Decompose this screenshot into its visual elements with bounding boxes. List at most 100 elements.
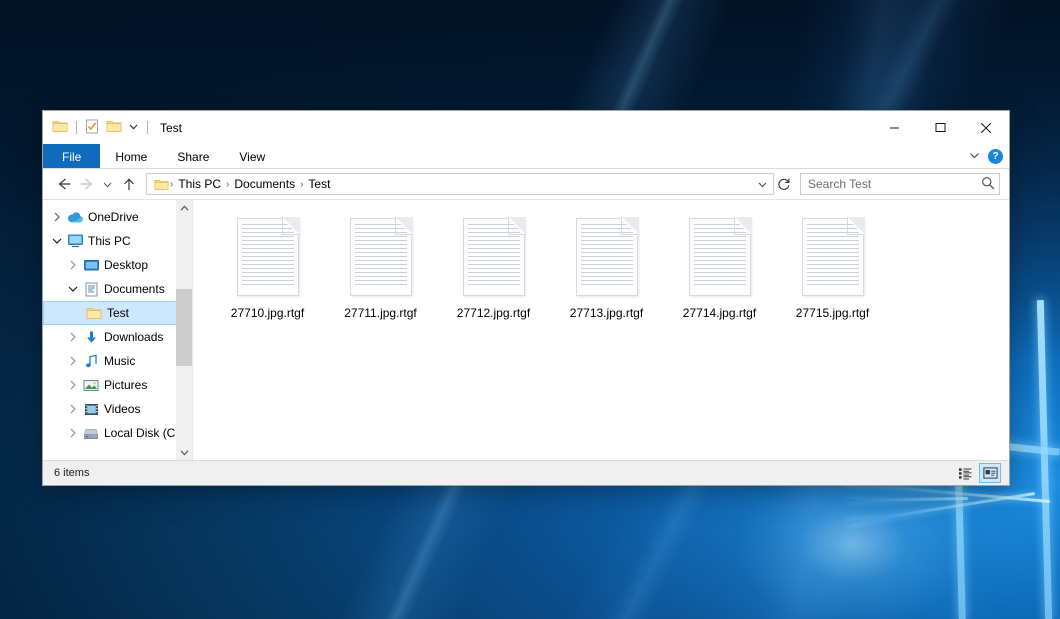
cloud-icon <box>65 211 85 224</box>
document-icon <box>802 218 864 296</box>
search-icon[interactable] <box>981 176 995 193</box>
search-input[interactable]: Search Test <box>808 177 981 191</box>
file-item[interactable]: 27713.jpg.rtgf <box>550 214 663 332</box>
scrollbar-thumb[interactable] <box>176 289 192 367</box>
sidebar-item-label: Desktop <box>101 258 148 272</box>
ribbon-tab-bar[interactable]: File Home Share View ? <box>43 144 1009 169</box>
scroll-down-arrow-icon[interactable] <box>176 444 192 460</box>
sidebar-item-documents[interactable]: Documents <box>43 277 192 301</box>
download-icon <box>81 330 101 345</box>
sidebar-item-label: Videos <box>101 402 140 416</box>
chevron-down-icon[interactable] <box>49 237 65 245</box>
file-explorer-window[interactable]: Test File Home Share View ? <box>42 110 1010 486</box>
recent-locations-button[interactable] <box>98 173 117 196</box>
item-count-label: 6 items <box>54 467 89 479</box>
ribbon-divider <box>43 168 1009 169</box>
sidebar-item-label: Local Disk (C:) <box>101 426 183 440</box>
document-icon <box>463 218 525 296</box>
chevron-right-icon[interactable] <box>65 380 81 390</box>
file-name-label: 27714.jpg.rtgf <box>683 306 756 320</box>
scroll-up-arrow-icon[interactable] <box>176 200 192 216</box>
file-item[interactable]: 27710.jpg.rtgf <box>211 214 324 332</box>
maximize-button[interactable] <box>917 111 963 144</box>
customize-dropdown-icon[interactable] <box>128 121 139 135</box>
tab-file[interactable]: File <box>43 144 100 169</box>
chevron-right-icon[interactable] <box>65 404 81 414</box>
help-icon[interactable]: ? <box>988 149 1003 164</box>
qat-separator-2 <box>147 121 148 134</box>
file-list-view[interactable]: 27710.jpg.rtgf 27711.jpg.rtgf <box>193 200 1009 460</box>
folder-icon[interactable] <box>52 119 68 136</box>
scrollbar-track[interactable] <box>176 216 192 444</box>
close-button[interactable] <box>963 111 1009 144</box>
document-icon <box>689 218 751 296</box>
chevron-down-icon[interactable] <box>968 149 981 165</box>
sidebar-item-label: Test <box>104 306 129 320</box>
document-icon <box>350 218 412 296</box>
sidebar-item-downloads[interactable]: Downloads <box>43 325 192 349</box>
title-bar[interactable]: Test <box>43 111 1009 144</box>
forward-button <box>75 173 98 196</box>
ribbon-actions[interactable]: ? <box>968 144 1003 169</box>
breadcrumb-folder-icon <box>152 178 169 191</box>
sidebar-item-this-pc[interactable]: This PC <box>43 229 192 253</box>
sidebar-item-test[interactable]: Test <box>43 301 180 325</box>
documents-icon <box>81 282 101 297</box>
sidebar-scrollbar[interactable] <box>176 200 192 460</box>
large-icons-view-button[interactable] <box>979 463 1001 483</box>
view-toggle-group[interactable] <box>954 463 1001 483</box>
window-title: Test <box>160 121 182 135</box>
minimize-button[interactable] <box>871 111 917 144</box>
file-item[interactable]: 27714.jpg.rtgf <box>663 214 776 332</box>
refresh-button[interactable] <box>774 173 794 195</box>
desktop-icon <box>81 259 101 272</box>
file-item[interactable]: 27715.jpg.rtgf <box>776 214 889 332</box>
new-folder-icon[interactable] <box>106 119 122 136</box>
breadcrumb-item-test[interactable]: Test <box>304 177 334 191</box>
document-icon <box>576 218 638 296</box>
sidebar-item-local-disk-c[interactable]: Local Disk (C:) <box>43 421 192 445</box>
music-icon <box>81 354 101 369</box>
sidebar-item-label: This PC <box>85 234 131 248</box>
address-bar-row[interactable]: › This PC › Documents › Test Search Test <box>43 169 1009 199</box>
chevron-right-icon[interactable] <box>49 212 65 222</box>
address-bar-actions[interactable] <box>754 174 771 194</box>
address-history-chevron-icon[interactable] <box>754 174 771 194</box>
navigation-pane[interactable]: OneDrive This PC <box>43 200 193 460</box>
address-bar[interactable]: › This PC › Documents › Test <box>146 173 774 195</box>
details-view-button[interactable] <box>954 463 976 483</box>
tab-view[interactable]: View <box>224 144 280 169</box>
file-item[interactable]: 27711.jpg.rtgf <box>324 214 437 332</box>
breadcrumb[interactable]: › This PC › Documents › Test <box>152 177 754 191</box>
monitor-icon <box>65 234 85 248</box>
sidebar-item-label: Downloads <box>101 330 163 344</box>
sidebar-item-desktop[interactable]: Desktop <box>43 253 192 277</box>
up-button[interactable] <box>117 173 140 196</box>
sidebar-item-onedrive[interactable]: OneDrive <box>43 205 192 229</box>
quick-access-toolbar[interactable] <box>52 118 150 138</box>
search-box[interactable]: Search Test <box>800 173 1000 195</box>
sidebar-item-videos[interactable]: Videos <box>43 397 192 421</box>
chevron-right-icon[interactable] <box>65 332 81 342</box>
chevron-down-icon[interactable] <box>65 285 81 293</box>
file-item[interactable]: 27712.jpg.rtgf <box>437 214 550 332</box>
file-name-label: 27710.jpg.rtgf <box>231 306 304 320</box>
breadcrumb-item-this-pc[interactable]: This PC <box>174 177 225 191</box>
chevron-right-icon[interactable] <box>65 356 81 366</box>
sidebar-item-music[interactable]: Music <box>43 349 192 373</box>
chevron-right-icon[interactable] <box>65 260 81 270</box>
tab-share[interactable]: Share <box>162 144 224 169</box>
file-grid: 27710.jpg.rtgf 27711.jpg.rtgf <box>211 214 1009 332</box>
folder-icon <box>84 306 104 320</box>
breadcrumb-item-documents[interactable]: Documents <box>230 177 299 191</box>
back-button[interactable] <box>52 173 75 196</box>
sidebar-item-pictures[interactable]: Pictures <box>43 373 192 397</box>
chevron-right-icon[interactable] <box>65 428 81 438</box>
properties-icon[interactable] <box>85 119 100 137</box>
file-name-label: 27712.jpg.rtgf <box>457 306 530 320</box>
sidebar-item-label: Documents <box>101 282 165 296</box>
tab-home[interactable]: Home <box>100 144 162 169</box>
file-name-label: 27713.jpg.rtgf <box>570 306 643 320</box>
status-bar: 6 items <box>43 460 1009 485</box>
window-controls[interactable] <box>871 111 1009 144</box>
